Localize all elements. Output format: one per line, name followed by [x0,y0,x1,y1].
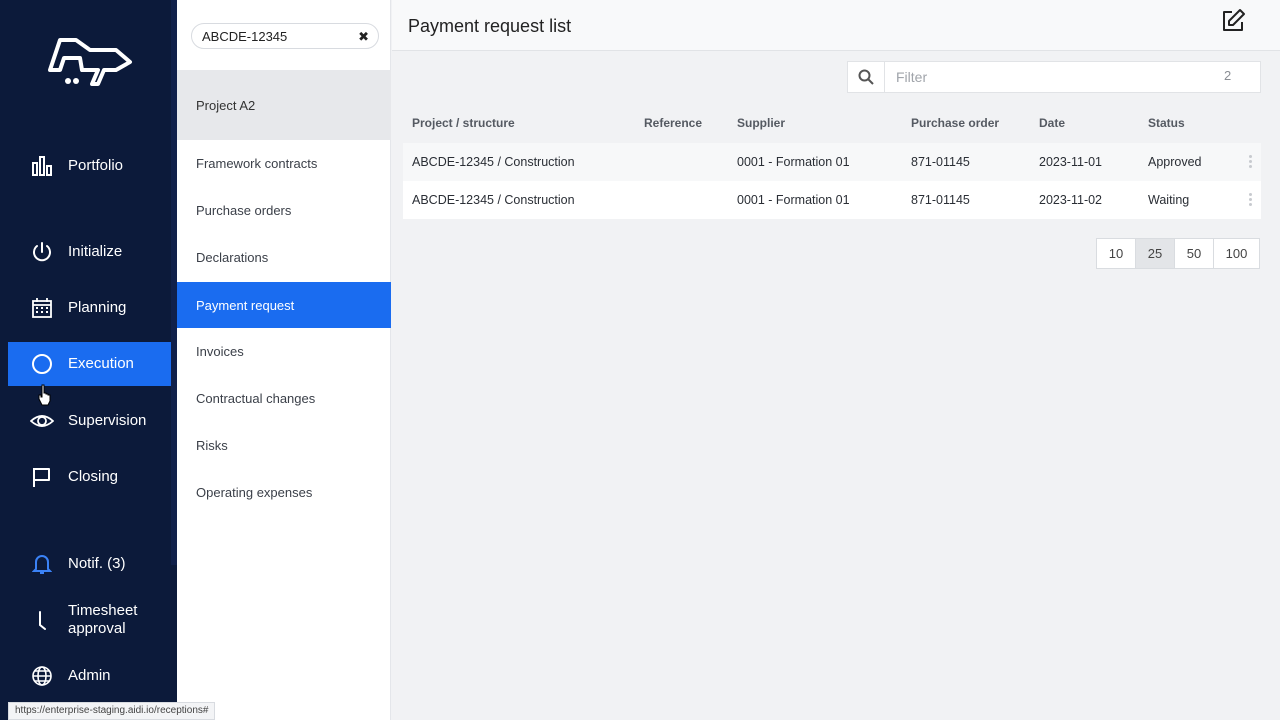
nav-item-label: Initialize [68,243,123,260]
column-header-purchase-order[interactable]: Purchase order [911,116,1039,130]
search-icon [858,69,874,85]
sub-item-operating-expenses[interactable]: Operating expenses [177,469,391,515]
edit-icon[interactable] [1220,8,1246,34]
nav-item-execution[interactable]: Execution [8,342,171,386]
cell-date: 2023-11-02 [1039,193,1103,207]
cell-project: ABCDE-12345 / Construction [412,155,575,169]
page-size-100[interactable]: 100 [1213,238,1260,269]
column-header-date[interactable]: Date [1039,116,1148,130]
bar-chart-icon [30,154,54,178]
nav-item-label: Admin [68,667,111,684]
sub-item-invoices[interactable]: Invoices [177,328,391,374]
nav-item-label: Closing [68,468,119,485]
main-nav: Portfolio Initialize Planning Execution … [0,0,177,720]
sub-item-framework-contracts[interactable]: Framework contracts [177,140,391,186]
selected-project[interactable]: Project A2 [177,70,391,140]
project-search-value: ABCDE-12345 [202,28,288,44]
table-header: Project / structure Reference Supplier P… [403,103,1261,143]
page-header: Payment request list [392,0,1280,51]
cell-supplier: 0001 - Formation 01 [737,193,850,207]
flag-icon [30,465,54,489]
power-icon [30,240,54,264]
search-button[interactable] [847,61,885,93]
nav-item-label: Supervision [68,412,147,429]
sub-item-purchase-orders[interactable]: Purchase orders [177,187,391,233]
nav-item-timesheet-approval[interactable]: Timesheet approval [8,598,171,642]
result-count: 2 [1224,68,1232,83]
nav-item-label: Execution [68,355,134,372]
mouse-pointer-icon [38,384,51,406]
eye-icon [30,409,54,433]
nav-item-planning[interactable]: Planning [8,286,171,330]
cell-purchase-order: 871-01145 [911,193,970,207]
main-content: Payment request list 2 Project / structu… [392,0,1280,720]
page-size-10[interactable]: 10 [1096,238,1136,269]
cell-status: Approved [1148,155,1202,169]
globe-icon [30,664,54,688]
app-logo[interactable] [46,36,134,88]
row-menu-icon[interactable] [1249,155,1253,169]
nav-item-label: Portfolio [68,157,124,174]
column-header-project[interactable]: Project / structure [403,116,644,130]
bell-icon [30,552,54,576]
project-search-input[interactable]: ABCDE-12345 ✖ [191,23,379,49]
sub-item-payment-request[interactable]: Payment request [177,282,391,328]
page-size-50[interactable]: 50 [1174,238,1214,269]
nav-item-portfolio[interactable]: Portfolio [8,144,171,188]
cell-supplier: 0001 - Formation 01 [737,155,850,169]
page-size-25[interactable]: 25 [1135,238,1175,269]
cell-status: Waiting [1148,193,1190,207]
column-header-reference[interactable]: Reference [644,116,737,130]
nav-item-supervision[interactable]: Supervision [8,399,171,443]
cell-date: 2023-11-01 [1039,155,1103,169]
sub-item-declarations[interactable]: Declarations [177,234,391,280]
page-size-selector: 10 25 50 100 [1096,238,1260,269]
table-row[interactable]: ABCDE-12345 / Construction 0001 - Format… [403,181,1261,219]
page-title: Payment request list [408,16,572,36]
column-header-supplier[interactable]: Supplier [737,116,911,130]
cell-purchase-order: 871-01145 [911,155,970,169]
column-header-status[interactable]: Status [1148,116,1238,130]
spinner-circle-icon [30,352,54,376]
nav-item-label: Timesheet approval [68,602,138,637]
calendar-icon [30,296,54,320]
row-menu-icon[interactable] [1249,193,1253,207]
nav-item-label: Planning [68,299,127,316]
sub-menu: ABCDE-12345 ✖ Project A2 Framework contr… [177,0,391,720]
nav-item-admin[interactable]: Admin [8,654,171,698]
nav-item-label: Notif. (3) [68,555,126,572]
sub-item-contractual-changes[interactable]: Contractual changes [177,375,391,421]
clear-search-icon[interactable]: ✖ [358,29,369,45]
nav-item-initialize[interactable]: Initialize [8,230,171,274]
nav-item-notifications[interactable]: Notif. (3) [8,542,171,586]
table-row[interactable]: ABCDE-12345 / Construction 0001 - Format… [403,143,1261,181]
sub-item-risks[interactable]: Risks [177,422,391,468]
browser-status-url: https://enterprise-staging.aidi.io/recep… [8,702,216,720]
nav-item-closing[interactable]: Closing [8,455,171,499]
clock-hand-icon [30,608,54,632]
cell-project: ABCDE-12345 / Construction [412,193,575,207]
payment-request-table: Project / structure Reference Supplier P… [403,103,1261,219]
filter-input[interactable] [885,61,1261,93]
